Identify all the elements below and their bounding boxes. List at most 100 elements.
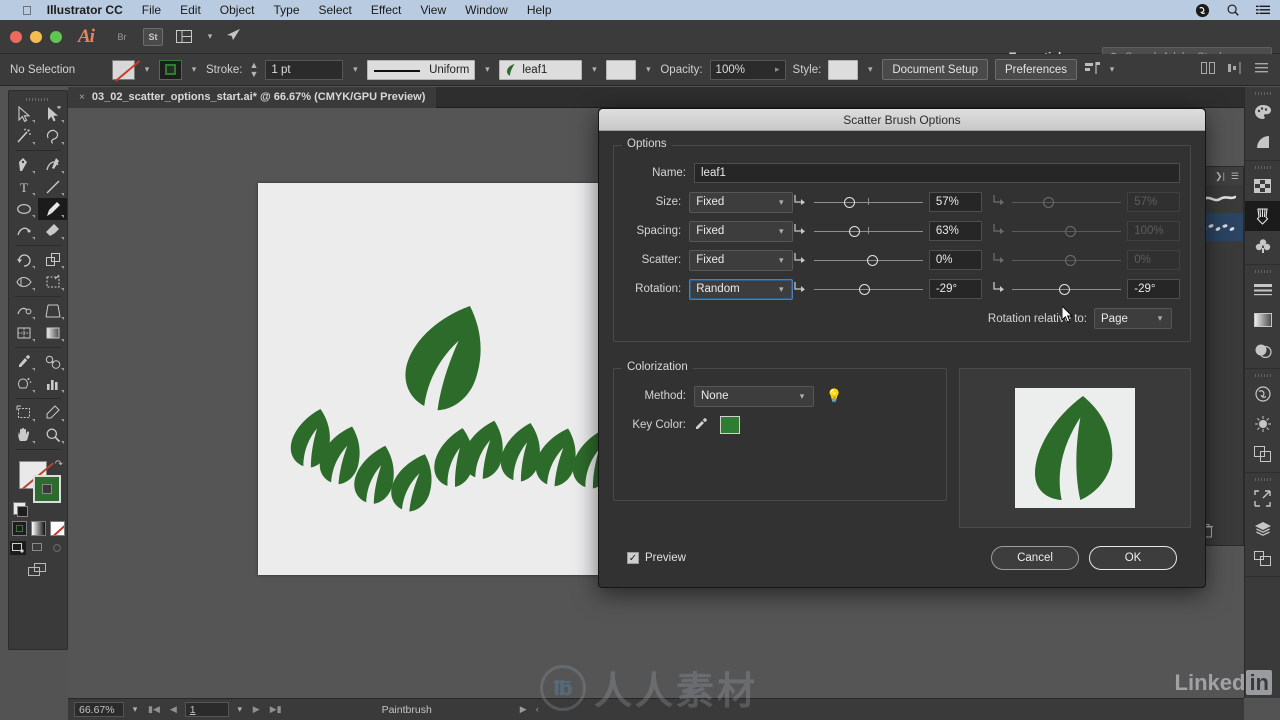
expand-panel-icon[interactable]: ❯| [1215,171,1225,182]
swatches-panel-icon[interactable] [1245,171,1280,201]
menu-item-effect[interactable]: Effect [371,3,401,17]
menu-item-type[interactable]: Type [273,3,299,17]
tools-panel-grip[interactable] [9,95,67,103]
share-icon[interactable] [226,28,241,46]
eraser-tool[interactable] [38,220,67,242]
graphic-style-swatch[interactable] [606,59,637,80]
line-segment-tool[interactable] [38,176,67,198]
rotate-tool[interactable] [9,249,38,271]
gradient-panel-icon[interactable] [1245,305,1280,335]
mesh-tool[interactable] [9,322,38,344]
curvature-tool[interactable] [38,154,67,176]
menu-item-select[interactable]: Select [319,3,352,17]
layers-panel-icon[interactable] [1245,513,1280,543]
brush-option-mode-dropdown[interactable]: Random ▾ [689,278,794,300]
hand-tool[interactable] [9,424,38,446]
document-tab[interactable]: × 03_02_scatter_options_start.ai* @ 66.6… [68,86,437,108]
lightbulb-icon[interactable]: 💡 [826,388,842,404]
brush-option-mode-dropdown[interactable]: Fixed ▾ [689,191,794,213]
eyedropper-icon[interactable] [694,417,708,434]
artboard-number-field[interactable]: 1 [184,702,229,717]
color-panel-icon[interactable] [1245,97,1280,127]
style-swatch[interactable] [828,59,859,80]
brush-option-value[interactable]: 63% [928,221,982,241]
column-graph-tool[interactable] [38,373,67,395]
colorization-method-dropdown[interactable]: None ▾ [694,385,814,407]
panel-menu-icon[interactable]: ☰ [1231,171,1239,182]
brush-name-input[interactable]: leaf1 [694,163,1180,183]
pathfinder-panel-icon[interactable] [1245,439,1280,469]
last-page-icon[interactable]: ▶▮ [268,704,284,715]
apple-icon[interactable]:  [22,4,32,17]
stock-icon[interactable]: St [142,27,163,46]
brush-option-mode-dropdown[interactable]: Fixed ▾ [689,249,794,271]
align-icon[interactable] [1084,61,1100,78]
edit-toolbar-button[interactable] [9,563,67,577]
maximize-window-button[interactable] [50,30,62,43]
brush-option-value-max[interactable]: -29° [1127,279,1180,299]
brush-option-value[interactable]: 0% [928,250,982,270]
menu-item-object[interactable]: Object [220,3,255,17]
fill-color-swatch[interactable] [112,59,135,80]
status-prev-arrow[interactable]: ‹ [536,704,539,715]
brush-option-value[interactable]: 57% [928,192,982,212]
spotlight-search-icon[interactable] [1226,3,1240,17]
pen-tool[interactable] [9,154,38,176]
selection-tool[interactable] [9,103,38,125]
swap-fill-stroke-icon[interactable]: ↷ [55,459,63,470]
chevron-down-icon[interactable]: ▾ [189,64,199,75]
ok-button[interactable]: OK [1089,546,1177,570]
brush-definition-dropdown[interactable]: leaf1 [499,59,583,80]
brush-option-slider-min[interactable] [813,250,923,270]
close-window-button[interactable] [10,30,22,43]
shaper-tool[interactable] [9,220,38,242]
slider-knob[interactable] [867,255,879,266]
dock-grip[interactable] [1245,164,1280,171]
free-transform-tool[interactable] [38,271,67,293]
perspective-grid-tool[interactable] [38,300,67,322]
color-button[interactable] [11,521,27,536]
arrange-grid-icon[interactable] [1201,62,1215,77]
chevron-down-icon[interactable]: ▾ [865,64,875,75]
brushes-panel-icon[interactable] [1245,201,1280,231]
dock-grip[interactable] [1245,90,1280,97]
brush-option-value[interactable]: -29° [928,279,982,299]
rotation-relative-dropdown[interactable]: Page ▾ [1094,308,1172,329]
distribute-icon[interactable] [1228,62,1242,77]
panel-menu-icon[interactable] [1255,62,1268,77]
brush-option-mode-dropdown[interactable]: Fixed ▾ [689,220,794,242]
close-icon[interactable]: × [79,92,85,103]
opacity-flyout-arrow[interactable]: ▸ [775,64,780,75]
blend-tool[interactable] [38,351,67,373]
brush-option-slider-max[interactable] [1012,279,1122,299]
menu-app-name[interactable]: Illustrator CC [47,3,123,17]
slice-tool[interactable] [38,402,67,424]
menu-item-view[interactable]: View [420,3,446,17]
type-tool[interactable]: T [9,176,38,198]
status-next-arrow[interactable]: ▶ [520,704,527,715]
stroke-panel-icon[interactable] [1245,275,1280,305]
next-page-icon[interactable]: ▶ [251,704,262,715]
gradient-tool[interactable] [38,322,67,344]
libraries-panel-icon[interactable] [1245,379,1280,409]
first-page-icon[interactable]: ▮◀ [146,704,162,715]
default-fill-stroke-icon[interactable] [13,502,28,517]
preferences-button[interactable]: Preferences [994,59,1077,80]
export-panel-icon[interactable] [1245,483,1280,513]
zoom-level-field[interactable]: 66.67% [74,702,124,717]
stroke-weight-field[interactable]: 1 pt [265,59,344,80]
chevron-down-icon[interactable]: ▾ [643,64,653,75]
stroke-profile-dropdown[interactable]: Uniform [367,59,476,80]
menu-item-file[interactable]: File [142,3,161,17]
chevron-down-icon[interactable]: ▾ [589,64,599,75]
cancel-button[interactable]: Cancel [991,546,1079,570]
ellipse-tool[interactable] [9,198,38,220]
preview-checkbox[interactable]: ✓ [627,552,639,564]
chevron-down-icon[interactable]: ▾ [1107,64,1117,75]
arrange-documents-icon[interactable] [174,28,194,46]
shape-builder-tool[interactable] [9,300,38,322]
chevron-down-icon[interactable]: ▾ [350,64,360,75]
slider-knob[interactable] [858,284,870,295]
slider-knob[interactable] [1059,284,1071,295]
stroke-color-box[interactable] [33,475,61,503]
